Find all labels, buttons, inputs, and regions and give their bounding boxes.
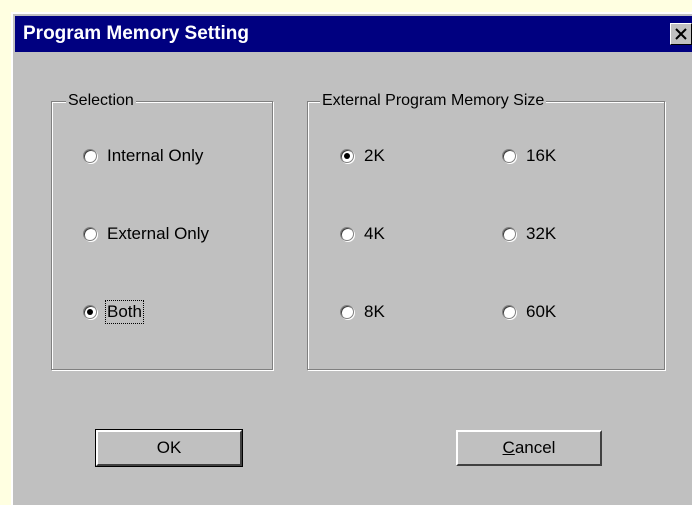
radio-label: 8K bbox=[364, 302, 385, 321]
radio-label: 32K bbox=[526, 224, 557, 243]
radio-internal-only[interactable]: Internal Only bbox=[83, 144, 203, 168]
radio-button[interactable] bbox=[502, 305, 516, 319]
radio-button[interactable] bbox=[502, 227, 516, 241]
radio-60k[interactable]: 60K bbox=[502, 300, 556, 324]
radio-32k[interactable]: 32K bbox=[502, 222, 556, 246]
dialog-title: Program Memory Setting bbox=[23, 23, 249, 44]
radio-8k[interactable]: 8K bbox=[340, 300, 385, 324]
radio-label: Both bbox=[105, 300, 144, 324]
title-bar[interactable]: Program Memory Setting bbox=[15, 16, 692, 52]
cancel-button[interactable]: Cancel bbox=[456, 430, 602, 466]
ok-button-label: OK bbox=[156, 438, 182, 457]
radio-button[interactable] bbox=[340, 227, 354, 241]
memory-size-group-label: External Program Memory Size bbox=[320, 91, 547, 111]
radio-label: 16K bbox=[526, 146, 557, 165]
radio-label: 60K bbox=[526, 302, 557, 321]
selection-group-label: Selection bbox=[66, 91, 136, 111]
close-icon bbox=[675, 28, 687, 40]
radio-label: 2K bbox=[364, 146, 385, 165]
program-memory-dialog: Program Memory Setting Selection Interna… bbox=[11, 12, 692, 505]
radio-button[interactable] bbox=[83, 227, 97, 241]
radio-button[interactable] bbox=[83, 149, 97, 163]
radio-4k[interactable]: 4K bbox=[340, 222, 385, 246]
radio-both[interactable]: Both bbox=[83, 300, 144, 324]
radio-external-only[interactable]: External Only bbox=[83, 222, 209, 246]
radio-label: External Only bbox=[107, 224, 210, 243]
radio-button[interactable] bbox=[340, 149, 354, 163]
radio-2k[interactable]: 2K bbox=[340, 144, 385, 168]
radio-button[interactable] bbox=[83, 305, 97, 319]
radio-16k[interactable]: 16K bbox=[502, 144, 556, 168]
memory-size-group: External Program Memory Size 2K 16K 4K 3… bbox=[307, 91, 665, 370]
radio-label: 4K bbox=[364, 224, 385, 243]
cancel-button-label: Cancel bbox=[502, 438, 556, 457]
radio-label: Internal Only bbox=[107, 146, 204, 165]
close-button[interactable] bbox=[670, 23, 692, 45]
ok-button[interactable]: OK bbox=[95, 429, 243, 467]
radio-button[interactable] bbox=[340, 305, 354, 319]
selection-group: Selection Internal Only External Only Bo… bbox=[51, 91, 273, 370]
radio-button[interactable] bbox=[502, 149, 516, 163]
